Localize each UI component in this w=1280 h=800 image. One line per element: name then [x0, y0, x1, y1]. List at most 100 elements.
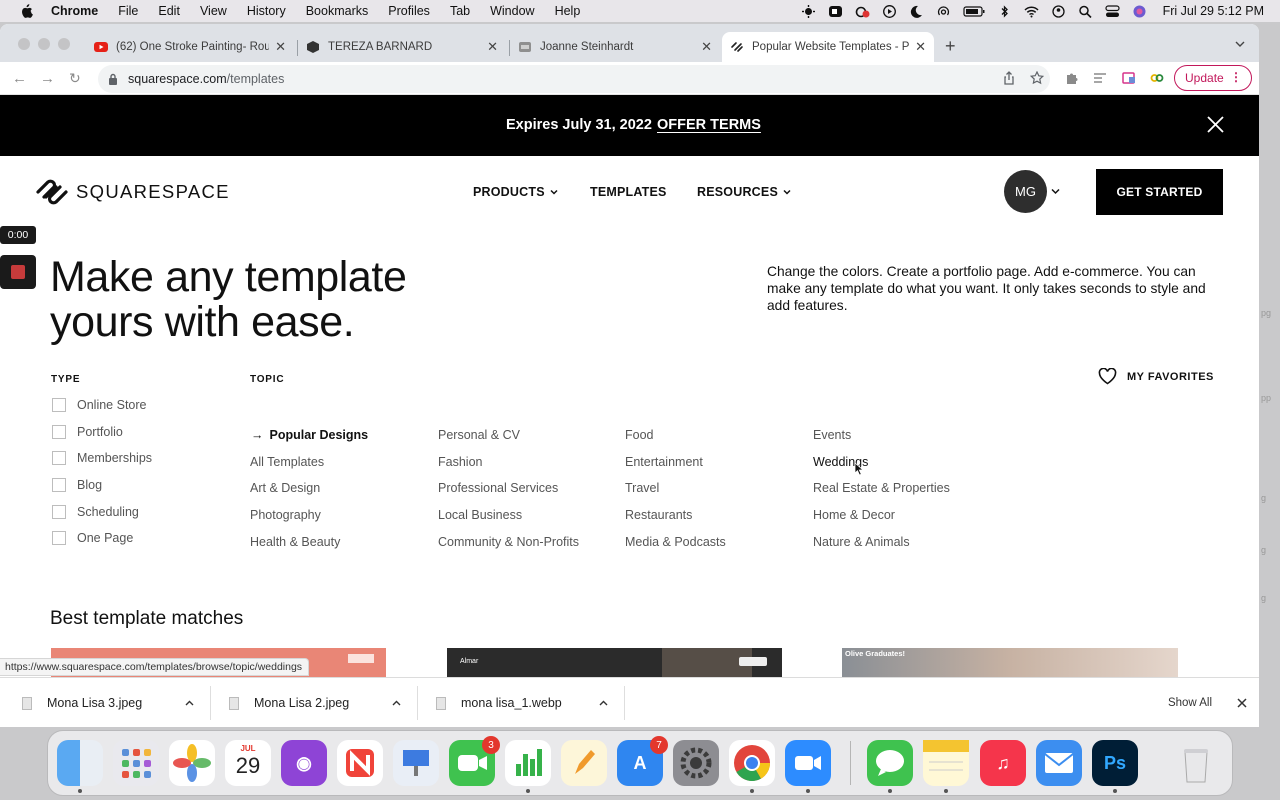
address-bar[interactable]: squarespace.com/templates	[98, 65, 1050, 93]
menu-tab[interactable]: Tab	[450, 4, 470, 18]
account-avatar[interactable]: MG	[1004, 170, 1047, 213]
tab-search-chevron-icon[interactable]	[1235, 39, 1245, 49]
back-button[interactable]: ←	[12, 70, 27, 87]
topic-real-estate-properties[interactable]: Real Estate & Properties	[813, 481, 950, 495]
extension-yellow-icon[interactable]	[1150, 71, 1164, 85]
topic-all-templates[interactable]: All Templates	[250, 455, 324, 469]
lock-icon[interactable]	[108, 73, 118, 85]
menu-edit[interactable]: Edit	[158, 4, 180, 18]
topic-community-non-profits[interactable]: Community & Non-Profits	[438, 535, 579, 549]
get-started-button[interactable]: GET STARTED	[1096, 169, 1223, 215]
play-icon[interactable]	[882, 4, 897, 18]
spotlight-search-icon[interactable]	[1078, 5, 1093, 18]
nav-resources[interactable]: RESOURCES	[697, 185, 791, 199]
checkbox[interactable]	[52, 451, 66, 465]
menu-history[interactable]: History	[247, 4, 286, 18]
topic-popular-designs[interactable]: → Popular Designs	[251, 428, 368, 442]
numbers-icon[interactable]	[505, 740, 551, 793]
extensions-puzzle-icon[interactable]	[1065, 71, 1079, 85]
more-menu-icon[interactable]: ⋮	[1230, 70, 1242, 84]
battery-icon[interactable]	[962, 5, 985, 18]
gear-sun-icon[interactable]	[801, 4, 816, 18]
menu-file[interactable]: File	[118, 4, 138, 18]
messages-icon[interactable]	[867, 740, 913, 793]
moon-icon[interactable]	[909, 5, 924, 18]
user-account-icon[interactable]	[1051, 4, 1066, 18]
topic-food[interactable]: Food	[625, 428, 654, 442]
apple-logo-icon[interactable]	[19, 4, 33, 18]
checkbox[interactable]	[52, 505, 66, 519]
tab-one-stroke-painting[interactable]: (62) One Stroke Painting- Rou ✕	[86, 32, 294, 62]
close-tab-icon[interactable]: ✕	[701, 39, 712, 55]
chrome-icon[interactable]	[729, 740, 775, 793]
type-checkbox-one-page[interactable]: One Page	[52, 531, 133, 545]
menu-profiles[interactable]: Profiles	[388, 4, 430, 18]
topic-home-decor[interactable]: Home & Decor	[813, 508, 895, 522]
type-checkbox-portfolio[interactable]: Portfolio	[52, 425, 123, 439]
control-center-icon[interactable]	[1104, 4, 1120, 18]
music-icon[interactable]: ♫	[980, 740, 1026, 786]
type-checkbox-blog[interactable]: Blog	[52, 478, 102, 492]
screen-record-icon[interactable]	[828, 5, 843, 18]
checkbox[interactable]	[52, 398, 66, 412]
extension-pink-icon[interactable]	[1122, 71, 1136, 85]
topic-restaurants[interactable]: Restaurants	[625, 508, 692, 522]
siri-icon[interactable]	[1132, 5, 1147, 18]
topic-nature-animals[interactable]: Nature & Animals	[813, 535, 910, 549]
squarespace-logo[interactable]: SQUARESPACE	[35, 178, 230, 206]
chevron-up-icon[interactable]	[392, 700, 401, 706]
topic-professional-services[interactable]: Professional Services	[438, 481, 558, 495]
close-promo-icon[interactable]	[1206, 115, 1225, 134]
type-checkbox-online-store[interactable]: Online Store	[52, 398, 146, 412]
nav-products[interactable]: PRODUCTS	[473, 185, 558, 199]
my-favorites-link[interactable]: MY FAVORITES	[1098, 368, 1214, 385]
topic-photography[interactable]: Photography	[250, 508, 321, 522]
close-tab-icon[interactable]: ✕	[275, 39, 286, 55]
forward-button[interactable]: →	[40, 70, 55, 87]
pages-icon[interactable]	[561, 740, 607, 786]
chevron-up-icon[interactable]	[185, 700, 194, 706]
template-thumbnail-graduates[interactable]: Olive Graduates!	[842, 648, 1178, 677]
chevron-up-icon[interactable]	[599, 700, 608, 706]
airdrop-icon[interactable]	[936, 5, 951, 18]
menu-bookmarks[interactable]: Bookmarks	[306, 4, 369, 18]
tab-tereza-barnard[interactable]: TEREZA BARNARD ✕	[298, 32, 506, 62]
mail-icon[interactable]	[1036, 740, 1082, 786]
zoom-window-button[interactable]	[58, 38, 70, 50]
reading-list-icon[interactable]	[1093, 71, 1107, 85]
download-item[interactable]: Mona Lisa 3.jpeg	[22, 678, 208, 727]
show-all-downloads-button[interactable]: Show All	[1155, 689, 1225, 717]
account-chevron-down-icon[interactable]	[1051, 187, 1060, 195]
stop-recording-button[interactable]	[0, 255, 36, 289]
reload-button[interactable]: ↻	[69, 70, 81, 87]
menu-window[interactable]: Window	[490, 4, 534, 18]
close-tab-icon[interactable]: ✕	[915, 39, 926, 55]
offer-terms-link[interactable]: OFFER TERMS	[657, 117, 761, 133]
share-icon[interactable]	[1002, 71, 1016, 85]
creative-cloud-icon[interactable]	[855, 5, 870, 18]
type-checkbox-memberships[interactable]: Memberships	[52, 451, 152, 465]
tab-joanne-steinhardt[interactable]: Joanne Steinhardt ✕	[510, 32, 720, 62]
facetime-icon[interactable]: 3	[449, 736, 500, 786]
topic-personal-cv[interactable]: Personal & CV	[438, 428, 520, 442]
calendar-icon[interactable]: JUL 29	[225, 740, 271, 786]
checkbox[interactable]	[52, 425, 66, 439]
menu-help[interactable]: Help	[555, 4, 581, 18]
photos-icon[interactable]	[169, 740, 215, 786]
topic-local-business[interactable]: Local Business	[438, 508, 522, 522]
nav-templates[interactable]: TEMPLATES	[590, 185, 667, 199]
minimize-window-button[interactable]	[38, 38, 50, 50]
topic-media-podcasts[interactable]: Media & Podcasts	[625, 535, 726, 549]
close-window-button[interactable]	[18, 38, 30, 50]
close-tab-icon[interactable]: ✕	[487, 39, 498, 55]
launchpad-icon[interactable]	[113, 740, 159, 786]
trash-icon[interactable]	[1173, 740, 1219, 786]
bookmark-star-icon[interactable]	[1030, 71, 1044, 85]
keynote-icon[interactable]	[393, 740, 439, 786]
topic-entertainment[interactable]: Entertainment	[625, 455, 703, 469]
topic-art-design[interactable]: Art & Design	[250, 481, 320, 495]
checkbox[interactable]	[52, 478, 66, 492]
menu-view[interactable]: View	[200, 4, 227, 18]
template-thumbnail-almar[interactable]: Almar	[447, 648, 782, 677]
menu-chrome[interactable]: Chrome	[51, 4, 98, 18]
